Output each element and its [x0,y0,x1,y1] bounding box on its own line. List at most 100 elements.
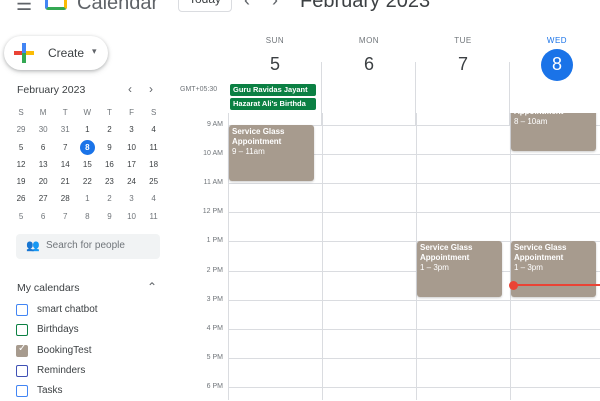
mini-day[interactable]: 29 [10,121,32,138]
mini-day[interactable]: 5 [10,139,32,156]
create-button[interactable]: Create ▾ [4,36,108,70]
hour-gridline [228,387,600,388]
mini-day[interactable]: 1 [76,121,98,138]
mini-day[interactable]: 22 [76,173,98,190]
day-number[interactable]: 5 [259,49,291,81]
all-day-row: Guru Ravidas Jayant Hazarat Ali's Birthda [228,84,600,112]
mini-day[interactable]: 27 [32,190,54,207]
calendar-item[interactable]: BookingTest [16,341,166,361]
mini-day[interactable]: 17 [120,156,142,173]
mini-day[interactable]: 10 [120,139,142,156]
mini-prev-month-icon[interactable]: ‹ [128,82,132,96]
mini-day[interactable]: 25 [143,173,165,190]
calendar-item-label: Tasks [37,385,63,396]
checkbox[interactable] [16,343,28,357]
mini-day[interactable]: 13 [32,156,54,173]
checkbox[interactable] [16,365,28,377]
calendar-item[interactable]: Reminders [16,361,166,381]
mini-day[interactable]: 5 [10,208,32,225]
calendar-item[interactable]: smart chatbot [16,300,166,320]
mini-day[interactable]: 6 [32,208,54,225]
mini-day[interactable]: 9 [98,139,120,156]
day-number[interactable]: 6 [353,49,385,81]
day-number[interactable]: 8 [541,49,573,81]
mini-day[interactable]: 1 [76,190,98,207]
chevron-left-icon[interactable]: ‹ [244,0,250,11]
mini-day[interactable]: 30 [32,121,54,138]
hour-gridline [228,183,600,184]
mini-day[interactable]: 11 [143,139,165,156]
mini-day[interactable]: 23 [98,173,120,190]
day-header[interactable]: MON 6 [322,12,416,81]
event-block[interactable]: Service Glass Appointment 1 – 3pm [511,241,596,297]
current-time-line [514,284,600,286]
hour-label: 2 PM [206,267,223,274]
mini-day[interactable]: 3 [120,190,142,207]
mini-day[interactable]: 9 [98,208,120,225]
mini-day[interactable]: 6 [32,139,54,156]
chevron-up-icon[interactable]: ⌃ [147,280,157,294]
chevron-down-icon: ▾ [92,46,97,56]
day-of-week-label: MON [358,36,380,45]
day-header[interactable]: TUE 7 [416,12,510,81]
mini-day[interactable]: 16 [98,156,120,173]
mini-next-month-icon[interactable]: › [149,82,153,96]
mini-day[interactable]: 15 [76,156,98,173]
chevron-right-icon[interactable]: › [272,0,278,11]
mini-dow-label: F [129,108,134,117]
mini-day[interactable]: 2 [98,190,120,207]
checkbox[interactable] [16,324,28,336]
mini-day[interactable]: 19 [10,173,32,190]
day-header[interactable]: SUN 5 [228,12,322,81]
mini-week-row: 26 27 28 1 2 3 4 [10,190,165,207]
mini-day[interactable]: 8 [76,208,98,225]
mini-day[interactable]: 7 [54,208,76,225]
mini-dow-label: T [62,108,68,117]
calendar-item[interactable]: Birthdays [16,320,166,340]
mini-day-selected[interactable]: 8 [79,139,95,155]
day-header[interactable]: WED 8 [510,12,600,81]
mini-day[interactable]: 31 [54,121,76,138]
mini-day[interactable]: 8 [76,139,98,156]
event-block[interactable]: Service Glass Appointment8 – 10am [511,113,596,151]
month-title: February 2023 [300,0,431,12]
checkbox[interactable] [16,304,28,316]
mini-day[interactable]: 4 [143,121,165,138]
hamburger-menu-icon[interactable]: ☰ [16,0,32,12]
mini-day[interactable]: 10 [120,208,142,225]
event-block[interactable]: Service Glass Appointment 1 – 3pm [417,241,502,297]
mini-dow-row: SMTWTFS [10,104,165,121]
mini-day[interactable]: 2 [98,121,120,138]
week-header: SUN 5 MON 6 TUE 7 WED 8 [228,12,600,125]
hour-gridline [228,329,600,330]
mini-day[interactable]: 20 [32,173,54,190]
week-grid[interactable]: 8 AM9 AM10 AM11 AM12 PM1 PM2 PM3 PM4 PM5… [175,113,600,400]
today-button[interactable]: Today [178,0,233,12]
mini-day[interactable]: 11 [143,208,165,225]
mini-day[interactable]: 12 [10,156,32,173]
all-day-event[interactable]: Guru Ravidas Jayant [230,84,316,96]
day-of-week-label: SUN [265,36,285,45]
mini-day[interactable]: 21 [54,173,76,190]
calendar-item[interactable]: Tasks [16,381,166,401]
mini-day[interactable]: 18 [143,156,165,173]
mini-day[interactable]: 26 [10,190,32,207]
all-day-event[interactable]: Hazarat Ali's Birthda [230,98,316,110]
my-calendars-heading[interactable]: My calendars [17,282,79,294]
mini-day[interactable]: 7 [54,139,76,156]
hour-gridline [228,358,600,359]
search-people-field[interactable]: 👥 Search for people [16,234,160,259]
hour-label: 12 PM [202,208,223,215]
mini-day[interactable]: 28 [54,190,76,207]
mini-day[interactable]: 14 [54,156,76,173]
day-number[interactable]: 7 [447,49,479,81]
hour-gridline [228,212,600,213]
hour-label: 1 PM [206,237,223,244]
mini-day[interactable]: 24 [120,173,142,190]
checkbox[interactable] [16,385,28,397]
mini-dow-label: M [39,108,47,117]
event-block[interactable]: Service Glass Appointment 9 – 11am [229,125,314,181]
mini-day[interactable]: 3 [120,121,142,138]
search-people-input[interactable]: Search for people [46,240,125,251]
mini-day[interactable]: 4 [143,190,165,207]
